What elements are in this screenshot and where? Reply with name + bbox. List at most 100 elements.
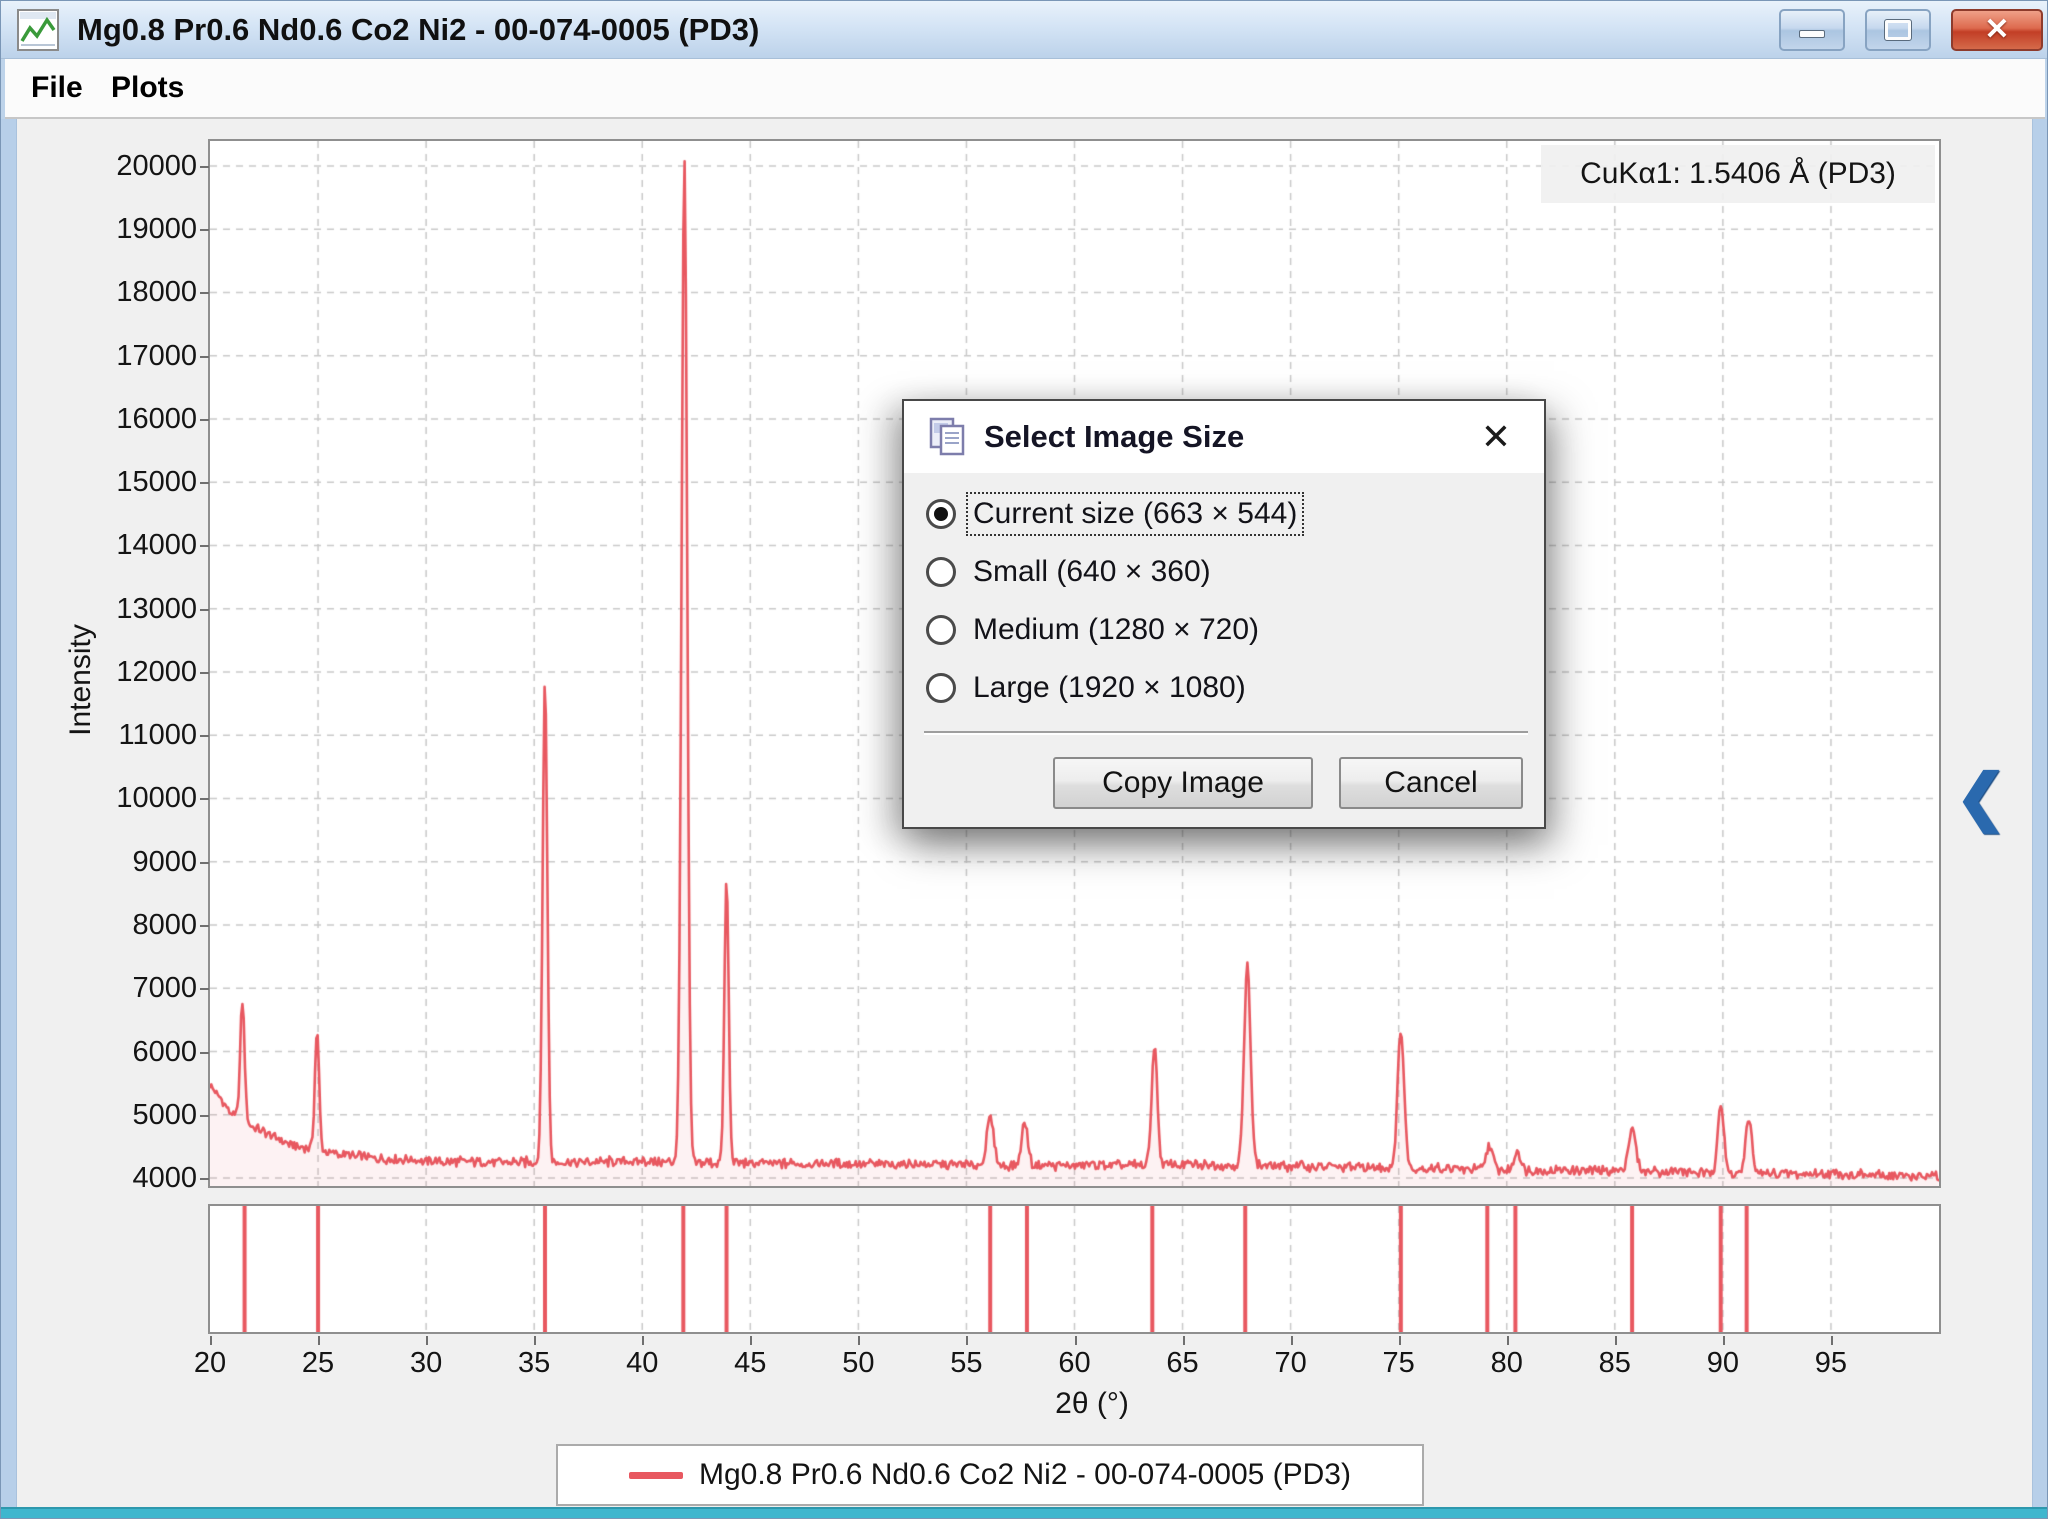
close-icon: ✕ (1984, 13, 2010, 46)
dialog-separator (924, 731, 1528, 735)
x-tick-mark (858, 1336, 861, 1345)
y-tick-mark (200, 1114, 209, 1117)
x-axis-title: 2θ (°) (1055, 1387, 1129, 1420)
x-tick-label: 95 (1814, 1347, 1848, 1379)
y-tick-label: 12000 (116, 655, 197, 688)
radio-unselected-icon (926, 557, 956, 587)
y-tick-mark (200, 355, 209, 358)
x-tick-mark (1398, 1336, 1401, 1345)
copy-image-button[interactable]: Copy Image (1053, 757, 1313, 809)
x-tick-mark (1722, 1336, 1725, 1345)
radio-unselected-icon (926, 673, 956, 703)
legend-line-swatch (628, 1471, 683, 1479)
y-tick-mark (200, 229, 209, 232)
x-tick-mark (1506, 1336, 1509, 1345)
close-button[interactable]: ✕ (1951, 9, 2043, 51)
minimize-button[interactable] (1779, 9, 1845, 51)
dialog-title: Select Image Size (984, 419, 1245, 454)
x-tick-label: 40 (626, 1347, 659, 1379)
radio-option-3[interactable]: Large (1920 × 1080) (926, 663, 1250, 713)
x-tick-label: 35 (518, 1347, 551, 1379)
y-tick-label: 13000 (116, 592, 197, 625)
x-tick-label: 65 (1166, 1347, 1199, 1379)
y-tick-label: 10000 (116, 782, 197, 815)
wavelength-annotation: CuKα1: 1.5406 Å (PD3) (1541, 145, 1935, 203)
window-frame-bottom (1, 1507, 2047, 1518)
x-tick-mark (1290, 1336, 1293, 1345)
y-tick-mark (200, 925, 209, 927)
y-tick-label: 9000 (132, 845, 197, 878)
window-frame-left (1, 119, 17, 1507)
reference-ticks-canvas (210, 1206, 1939, 1332)
radio-unselected-icon (926, 615, 956, 645)
x-tick-mark (1182, 1336, 1185, 1345)
radio-selected-icon (926, 499, 956, 529)
x-tick-label: 20 (193, 1347, 227, 1379)
radio-option-label: Medium (1280 × 720) (973, 613, 1259, 646)
radio-option-label: Large (1920 × 1080) (973, 671, 1246, 704)
x-tick-mark (966, 1336, 969, 1345)
maximize-icon (1884, 19, 1912, 41)
y-tick-label: 4000 (132, 1162, 197, 1195)
y-tick-label: 18000 (116, 276, 197, 309)
cancel-button[interactable]: Cancel (1339, 757, 1523, 809)
y-tick-label: 8000 (132, 909, 197, 941)
y-tick-label: 19000 (116, 213, 197, 246)
radio-option-label: Small (640 × 360) (973, 555, 1211, 588)
y-tick-label: 7000 (132, 972, 197, 1005)
select-image-size-dialog: Select Image Size ✕ Current size (663 × … (902, 399, 1546, 829)
app-icon (17, 9, 59, 51)
y-tick-mark (200, 861, 209, 864)
y-tick-label: 20000 (116, 149, 197, 182)
y-tick-mark (200, 671, 209, 674)
radio-option-2[interactable]: Medium (1280 × 720) (926, 605, 1263, 655)
y-tick-mark (200, 165, 209, 168)
x-tick-label: 25 (301, 1347, 335, 1379)
y-tick-mark (200, 482, 209, 485)
x-tick-mark (1614, 1336, 1617, 1345)
title-bar: Mg0.8 Pr0.6 Nd0.6 Co2 Ni2 - 00-074-0005 … (1, 1, 2047, 59)
y-tick-label: 5000 (132, 1098, 197, 1131)
y-tick-label: 17000 (116, 339, 197, 372)
y-tick-mark (200, 608, 209, 611)
x-tick-label: 30 (409, 1347, 443, 1379)
window-title: Mg0.8 Pr0.6 Nd0.6 Co2 Ni2 - 00-074-0005 … (77, 12, 760, 47)
x-tick-mark (534, 1336, 537, 1345)
radio-option-0[interactable]: Current size (663 × 544) (926, 489, 1305, 539)
app-window: Mg0.8 Pr0.6 Nd0.6 Co2 Ni2 - 00-074-0005 … (0, 0, 2048, 1519)
maximize-button[interactable] (1865, 9, 1931, 51)
x-tick-label: 45 (734, 1347, 767, 1379)
y-tick-mark (200, 1178, 209, 1181)
x-tick-mark (1830, 1336, 1833, 1345)
y-tick-mark (200, 735, 209, 738)
y-tick-label: 6000 (132, 1035, 197, 1068)
x-tick-label: 75 (1382, 1347, 1415, 1379)
menu-bar: File Plots (5, 59, 2045, 119)
menu-file[interactable]: File (17, 59, 97, 117)
dialog-close-icon[interactable]: ✕ (1474, 415, 1518, 459)
y-tick-label: 15000 (116, 466, 197, 499)
x-tick-label: 80 (1490, 1347, 1523, 1379)
y-tick-mark (200, 988, 209, 991)
x-tick-label: 85 (1598, 1347, 1631, 1379)
reference-tick-panel (208, 1204, 1941, 1334)
x-tick-mark (1074, 1336, 1077, 1345)
y-tick-mark (200, 1051, 209, 1054)
radio-option-1[interactable]: Small (640 × 360) (926, 547, 1215, 597)
x-tick-mark (750, 1336, 753, 1345)
radio-option-label: Current size (663 × 544) (965, 492, 1305, 536)
y-tick-label: 14000 (116, 529, 197, 562)
window-frame-right (2032, 119, 2047, 1507)
x-tick-label: 50 (842, 1347, 875, 1379)
dialog-title-bar: Select Image Size ✕ (904, 401, 1544, 473)
y-tick-mark (200, 798, 209, 801)
y-tick-mark (200, 545, 209, 548)
menu-plots[interactable]: Plots (97, 59, 198, 117)
x-tick-label: 70 (1274, 1347, 1307, 1379)
x-tick-mark (642, 1336, 645, 1345)
y-tick-mark (200, 292, 209, 295)
y-tick-mark (200, 418, 209, 421)
collapse-panel-arrow-button[interactable]: ❮ (1955, 767, 2007, 829)
y-tick-label: 16000 (116, 402, 197, 435)
legend: Mg0.8 Pr0.6 Nd0.6 Co2 Ni2 - 00-074-0005 … (556, 1444, 1424, 1506)
